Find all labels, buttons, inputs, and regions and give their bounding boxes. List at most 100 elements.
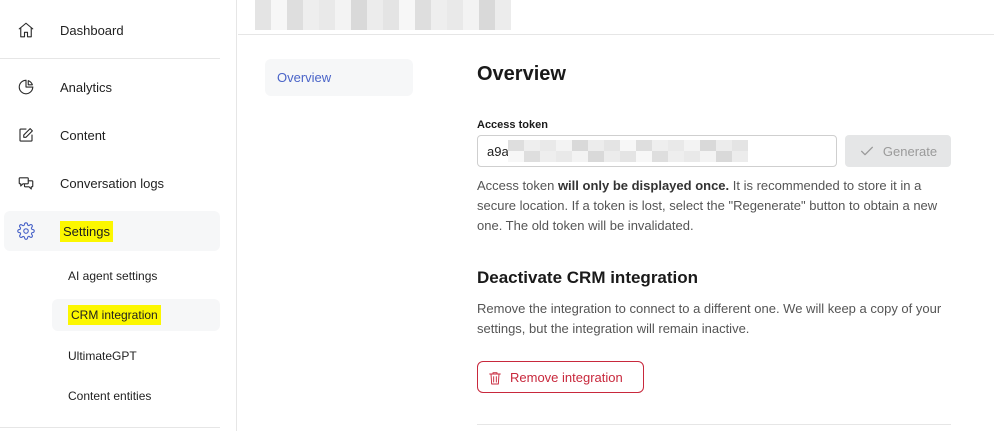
mosaic-cell xyxy=(495,15,511,30)
sidebar-item-label: Settings xyxy=(60,220,113,242)
mosaic-cell xyxy=(732,151,748,162)
mosaic-cell xyxy=(367,15,383,30)
mosaic-cell xyxy=(668,151,684,162)
mosaic-cell xyxy=(572,140,588,151)
mosaic-cell xyxy=(508,140,524,151)
header-divider xyxy=(238,34,994,35)
mosaic-cell xyxy=(287,0,303,15)
mosaic-cell xyxy=(524,140,540,151)
mosaic-cell xyxy=(620,140,636,151)
mosaic-cell xyxy=(415,0,431,15)
mosaic-cell xyxy=(732,140,748,151)
sidebar-item-content[interactable]: Content xyxy=(4,115,220,155)
generate-button-label: Generate xyxy=(882,143,938,159)
mosaic-cell xyxy=(271,0,287,15)
mosaic-cell xyxy=(684,151,700,162)
sidebar-subitem-label: CRM integration xyxy=(68,305,161,325)
sidebar-divider xyxy=(0,58,220,59)
mosaic-cell xyxy=(351,0,367,15)
mosaic-cell xyxy=(303,0,319,15)
mosaic-cell xyxy=(367,0,383,15)
mosaic-cell xyxy=(335,15,351,30)
mosaic-cell xyxy=(495,0,511,15)
mosaic-cell xyxy=(700,151,716,162)
mosaic-cell xyxy=(399,0,415,15)
mosaic-cell xyxy=(604,151,620,162)
mosaic-cell xyxy=(479,15,495,30)
remove-integration-label: Remove integration xyxy=(510,370,623,385)
tab-overview-label: Overview xyxy=(277,70,332,85)
generate-button[interactable]: Generate xyxy=(845,135,951,167)
mosaic-cell xyxy=(636,140,652,151)
sidebar-item-label: Analytics xyxy=(60,79,113,95)
sidebar-item-label: Dashboard xyxy=(60,22,124,38)
mosaic-cell xyxy=(588,151,604,162)
sidebar-subitem-ai-agent-settings[interactable]: AI agent settings xyxy=(52,260,220,292)
mosaic-cell xyxy=(463,15,479,30)
sidebar-subitem-label: AI agent settings xyxy=(68,269,158,283)
mosaic-cell xyxy=(319,15,335,30)
mosaic-cell xyxy=(415,15,431,30)
mosaic-cell xyxy=(319,0,335,15)
sidebar-subitem-label: Content entities xyxy=(68,389,152,403)
mosaic-cell xyxy=(271,15,287,30)
pie-chart-icon xyxy=(16,77,36,97)
chat-bubbles-icon xyxy=(16,173,36,193)
mosaic-cell xyxy=(540,151,556,162)
access-token-label: Access token xyxy=(477,119,548,131)
mosaic-cell xyxy=(652,151,668,162)
mosaic-cell xyxy=(447,0,463,15)
section-divider xyxy=(477,424,951,425)
gear-icon xyxy=(16,221,36,241)
mosaic-cell xyxy=(447,15,463,30)
mosaic-cell xyxy=(604,140,620,151)
sidebar-subitem-label: UltimateGPT xyxy=(68,349,137,363)
mosaic-cell xyxy=(684,140,700,151)
mosaic-cell xyxy=(508,151,524,162)
mosaic-cell xyxy=(588,140,604,151)
sidebar-item-conversation-logs[interactable]: Conversation logs xyxy=(4,163,220,203)
deactivate-section-title: Deactivate CRM integration xyxy=(477,268,699,287)
mosaic-cell xyxy=(572,151,588,162)
mosaic-cell xyxy=(383,15,399,30)
access-token-value: a9a xyxy=(487,144,509,159)
sidebar-item-dashboard[interactable]: Dashboard xyxy=(4,10,220,50)
mosaic-cell xyxy=(351,15,367,30)
sidebar-item-analytics[interactable]: Analytics xyxy=(4,67,220,107)
mosaic-cell xyxy=(399,15,415,30)
sidebar: Dashboard Analytics Content Conversation… xyxy=(0,0,237,431)
access-token-help-text: Access token will only be displayed once… xyxy=(477,176,953,236)
trash-icon xyxy=(489,372,501,385)
help-text-bold: will only be displayed once. xyxy=(557,178,730,193)
sidebar-item-label: Content xyxy=(60,127,106,143)
mosaic-cell xyxy=(716,151,732,162)
mosaic-cell xyxy=(335,0,351,15)
sidebar-divider xyxy=(0,427,220,428)
redacted-header-title xyxy=(255,0,511,30)
mosaic-cell xyxy=(431,15,447,30)
tab-overview[interactable]: Overview xyxy=(265,59,413,96)
sidebar-item-label: Conversation logs xyxy=(60,175,165,191)
mosaic-cell xyxy=(383,0,399,15)
check-icon xyxy=(860,146,873,156)
mosaic-cell xyxy=(255,0,271,15)
mosaic-cell xyxy=(479,0,495,15)
help-text-part: Access token xyxy=(477,178,558,193)
edit-icon xyxy=(16,125,36,145)
mosaic-cell xyxy=(287,15,303,30)
sidebar-subitem-content-entities[interactable]: Content entities xyxy=(52,380,220,412)
mosaic-cell xyxy=(463,0,479,15)
home-icon xyxy=(16,20,36,40)
sidebar-subitem-crm-integration[interactable]: CRM integration xyxy=(52,299,220,331)
sidebar-item-settings[interactable]: Settings xyxy=(4,211,220,251)
page-title: Overview xyxy=(477,63,566,85)
remove-integration-button[interactable]: Remove integration xyxy=(477,361,644,393)
mosaic-cell xyxy=(540,140,556,151)
mosaic-cell xyxy=(620,151,636,162)
deactivate-description: Remove the integration to connect to a d… xyxy=(477,301,942,336)
mosaic-cell xyxy=(556,151,572,162)
sidebar-subitem-ultimategpt[interactable]: UltimateGPT xyxy=(52,340,220,372)
redacted-token xyxy=(508,140,748,162)
mosaic-cell xyxy=(431,0,447,15)
access-token-field[interactable]: a9a xyxy=(477,135,837,167)
